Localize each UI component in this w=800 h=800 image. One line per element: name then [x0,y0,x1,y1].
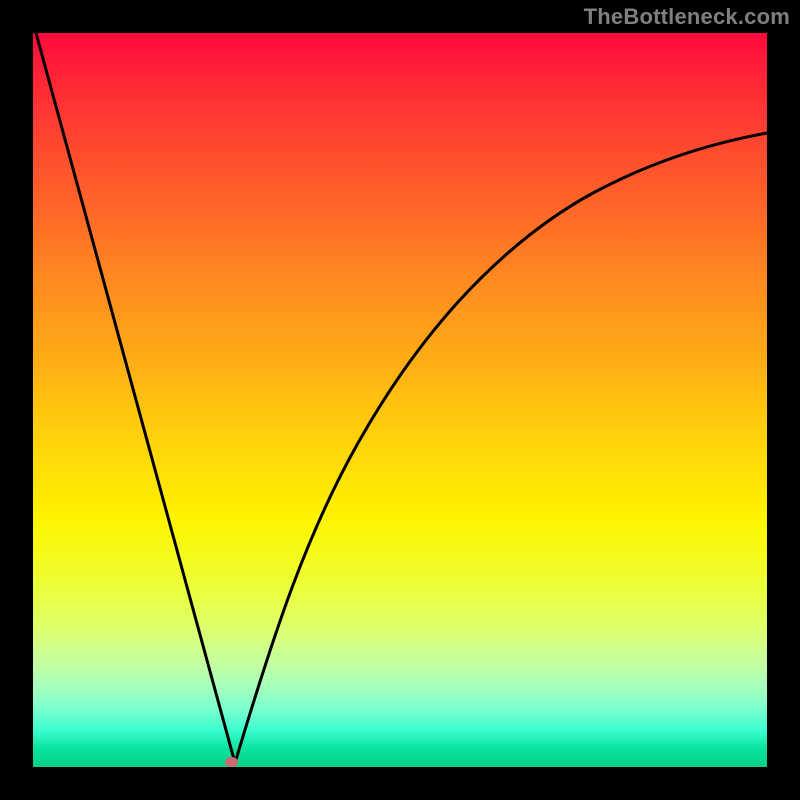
optimal-point-marker [225,757,238,767]
watermark-text: TheBottleneck.com [584,4,790,30]
curve-left-segment [36,33,235,763]
bottleneck-curve [33,33,767,767]
curve-right-segment [235,133,767,763]
